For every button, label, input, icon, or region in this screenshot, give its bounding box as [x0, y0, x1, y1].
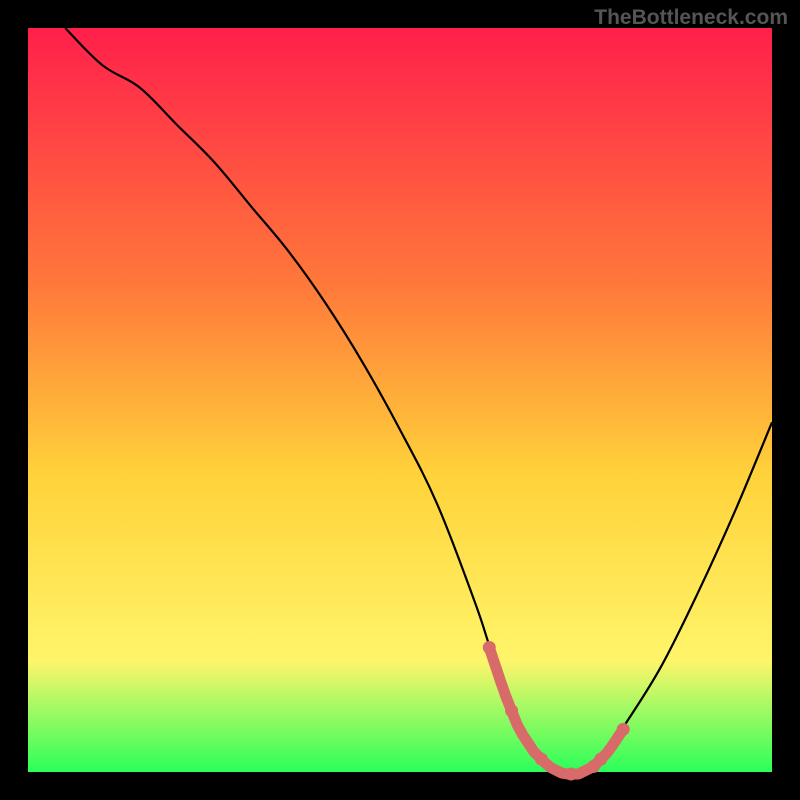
highlight-dot: [565, 768, 578, 781]
highlight-dot: [505, 704, 518, 717]
highlight-dot: [535, 753, 548, 766]
highlight-dot: [594, 753, 607, 766]
plot-background: [28, 28, 772, 772]
watermark-text: TheBottleneck.com: [594, 6, 788, 30]
bottleneck-chart: [0, 0, 800, 800]
highlight-dot: [617, 723, 630, 736]
chart-container: TheBottleneck.com: [0, 0, 800, 800]
highlight-dot: [483, 641, 496, 654]
